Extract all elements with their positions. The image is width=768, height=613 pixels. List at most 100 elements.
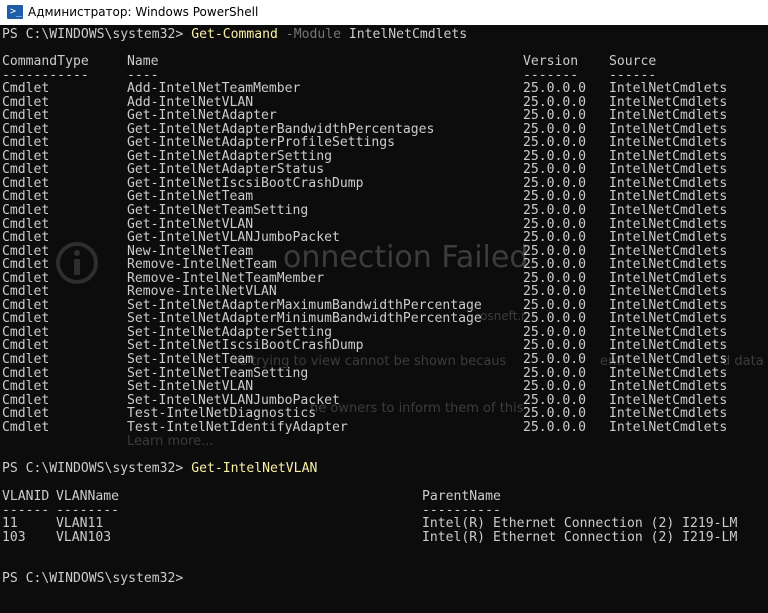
table-cell: Add-IntelNetTeamMember [127, 81, 301, 96]
table-cell: Set-IntelNetAdapterMinimumBandwidthPerce… [127, 311, 482, 327]
ghost-line-1: osneft.r [480, 309, 527, 323]
table-cell: Cmdlet [2, 297, 50, 313]
table-cell: IntelNetCmdlets [609, 419, 728, 435]
column-underline: ----------- [2, 67, 89, 83]
table-cell: Cmdlet [2, 257, 50, 273]
table-cell: IntelNetCmdlets [609, 148, 728, 164]
table-cell: Cmdlet [2, 175, 50, 191]
column-underline: ---- [127, 67, 159, 83]
table-cell: 25.0.0.0 [523, 297, 587, 313]
table-cell: Get-IntelNetIscsiBootCrashDump [127, 175, 364, 191]
table-cell: 25.0.0.0 [523, 352, 587, 367]
prompt-text: PS C:\WINDOWS\system32> [2, 571, 184, 586]
table-cell: IntelNetCmdlets [609, 108, 728, 124]
table-cell: Cmdlet [2, 324, 50, 340]
table-cell: 25.0.0.0 [523, 379, 587, 395]
table-cell: Set-IntelNetVLAN [127, 379, 254, 395]
table-cell: IntelNetCmdlets [609, 189, 728, 205]
table-cell: IntelNetCmdlets [609, 162, 728, 178]
table-cell: 25.0.0.0 [523, 135, 587, 151]
table-cell: Test-IntelNetIdentifyAdapter [127, 419, 348, 435]
prompt-line: PS C:\WINDOWS\system32> [2, 572, 183, 586]
table-cell: Get-IntelNetAdapterSetting [127, 148, 332, 164]
title-bar[interactable]: >_ Администратор: Windows PowerShell [0, 0, 768, 25]
table-cell: 25.0.0.0 [523, 311, 587, 327]
ghost-line-2c: d data [722, 354, 764, 369]
table-cell: Cmdlet [2, 419, 50, 435]
table-cell: 25.0.0.0 [523, 216, 587, 232]
table-cell: Cmdlet [2, 352, 50, 367]
table-cell: Get-IntelNetTeam [127, 189, 254, 205]
table-cell: Cmdlet [2, 243, 50, 259]
table-cell: Cmdlet [2, 162, 50, 178]
table-cell: Set-IntelNetIscsiBootCrashDump [127, 338, 364, 354]
table-cell: 25.0.0.0 [523, 121, 587, 137]
table-cell: IntelNetCmdlets [609, 230, 728, 246]
table-cell: Intel(R) Ethernet Connection (2) I219-LM [422, 516, 738, 531]
table-cell: 25.0.0.0 [523, 257, 587, 273]
ghost-learn-more: Learn more... [127, 434, 214, 449]
table-cell: VLAN11 [56, 516, 104, 531]
table-cell: IntelNetCmdlets [609, 121, 728, 137]
table-cell: IntelNetCmdlets [609, 297, 728, 313]
table-cell: Cmdlet [2, 189, 50, 205]
table-cell: Remove-IntelNetTeamMember [127, 270, 325, 286]
table-cell: 25.0.0.0 [523, 162, 587, 178]
table-cell: Cmdlet [2, 202, 50, 218]
table-cell: IntelNetCmdlets [609, 338, 728, 354]
table-cell: Cmdlet [2, 230, 50, 246]
table-cell: Get-IntelNetAdapterProfileSettings [127, 135, 396, 151]
column-header: Name [127, 54, 159, 69]
command-argument: IntelNetCmdlets [341, 27, 468, 42]
table-cell: IntelNetCmdlets [609, 284, 728, 300]
info-icon [56, 242, 98, 284]
table-cell: Remove-IntelNetVLAN [127, 284, 277, 300]
table-cell: 25.0.0.0 [523, 338, 587, 354]
column-underline: ------- [523, 67, 579, 83]
table-cell: 103 [2, 529, 26, 545]
table-cell: Get-IntelNetAdapterStatus [127, 162, 325, 178]
ghost-line-3: he owners to inform them of this [310, 401, 524, 416]
table-cell: IntelNetCmdlets [609, 81, 728, 96]
table-cell: Set-IntelNetTeam [127, 352, 254, 367]
table-cell: 25.0.0.0 [523, 108, 587, 124]
table-cell: New-IntelNetTeam [127, 243, 254, 259]
table-cell: IntelNetCmdlets [609, 392, 728, 408]
table-cell: 25.0.0.0 [523, 324, 587, 340]
column-header: VLANID [2, 489, 50, 504]
table-cell: Test-IntelNetDiagnostics [127, 406, 317, 422]
table-cell: IntelNetCmdlets [609, 135, 728, 151]
table-cell: Cmdlet [2, 121, 50, 137]
column-underline: ------ [2, 502, 50, 518]
column-underline: ------ [609, 67, 657, 83]
table-cell: Set-IntelNetAdapterMaximumBandwidthPerce… [127, 297, 482, 313]
table-cell: Get-IntelNetAdapterBandwidthPercentages [127, 121, 435, 137]
table-cell: IntelNetCmdlets [609, 175, 728, 191]
table-cell: 25.0.0.0 [523, 270, 587, 286]
console-area[interactable]: onnection Failed osneft.r re trying to v… [0, 25, 768, 613]
table-cell: IntelNetCmdlets [609, 94, 728, 110]
table-cell: 25.0.0.0 [523, 189, 587, 205]
table-cell: IntelNetCmdlets [609, 324, 728, 340]
prompt-line: PS C:\WINDOWS\system32> Get-Command -Mod… [2, 28, 467, 42]
table-cell: IntelNetCmdlets [609, 406, 728, 422]
window-title: Администратор: Windows PowerShell [28, 5, 259, 19]
table-cell: Get-IntelNetAdapter [127, 108, 277, 124]
table-cell: IntelNetCmdlets [609, 352, 728, 367]
table-cell: VLAN103 [56, 529, 112, 545]
column-underline: -------- [56, 502, 120, 518]
table-cell: Cmdlet [2, 81, 50, 96]
command-name: Get-Command [191, 27, 278, 42]
table-cell: 25.0.0.0 [523, 284, 587, 300]
table-cell: IntelNetCmdlets [609, 311, 728, 327]
prompt-text: PS C:\WINDOWS\system32> [2, 27, 192, 42]
table-cell: Cmdlet [2, 311, 50, 327]
command-name: Get-IntelNetVLAN [191, 461, 318, 476]
table-cell: Cmdlet [2, 379, 50, 395]
table-cell: Get-IntelNetVLANJumboPacket [127, 230, 340, 246]
table-cell: 25.0.0.0 [523, 148, 587, 164]
table-cell: Cmdlet [2, 216, 50, 232]
table-cell: Set-IntelNetVLANJumboPacket [127, 392, 340, 408]
table-cell: Get-IntelNetTeamSetting [127, 202, 309, 218]
table-cell: Cmdlet [2, 392, 50, 408]
